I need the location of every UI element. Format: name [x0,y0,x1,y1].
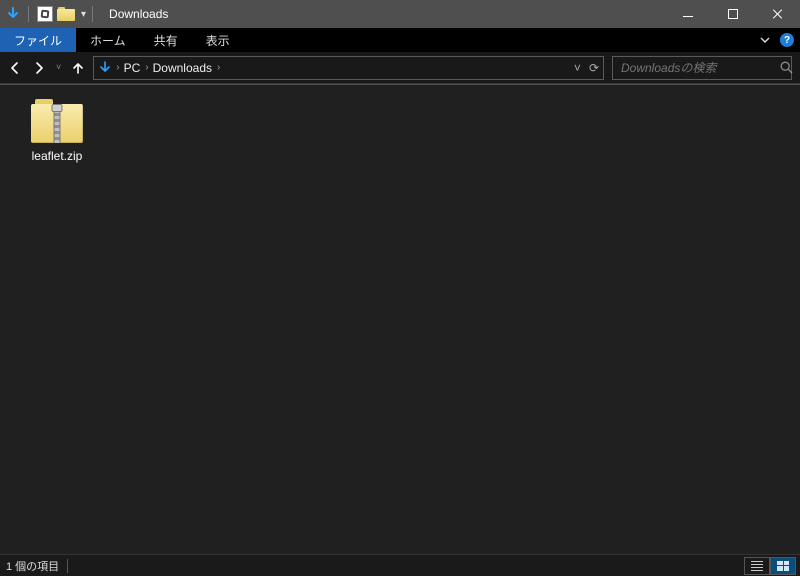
zip-archive-icon [31,99,83,143]
crumb-pc[interactable]: PC › [124,61,149,75]
crumb-pc-label: PC [124,61,141,75]
recent-locations-icon[interactable]: ˅ [56,63,61,72]
close-button[interactable] [755,0,800,28]
tab-home-label: ホーム [90,32,126,49]
status-count: 1 個の項目 [6,558,59,574]
large-icons-view-icon [777,561,789,571]
crumb-sep-root-icon[interactable]: › [116,62,119,73]
address-bar[interactable]: › PC › Downloads › ˅ ⟳ [93,56,604,80]
chevron-right-icon: › [217,62,220,73]
titlebar: ▾ Downloads [0,0,800,28]
ribbon-tabs: ファイル ホーム 共有 表示 ? [0,28,800,52]
folder-icon[interactable] [57,7,75,21]
ribbon-collapse-icon[interactable] [760,35,770,45]
details-view-button[interactable] [744,557,770,575]
maximize-button[interactable] [710,0,755,28]
window-controls [665,0,800,28]
file-list[interactable]: leaflet.zip [0,85,800,554]
address-dropdown-icon[interactable]: ˅ [574,61,581,75]
minimize-button[interactable] [665,0,710,28]
qat-separator [28,6,29,22]
crumb-downloads[interactable]: Downloads › [153,61,221,75]
view-switch [744,555,796,576]
nav-arrows: ˅ [8,61,85,75]
minimize-icon [683,16,693,17]
search-box[interactable] [612,56,792,80]
refresh-icon[interactable]: ⟳ [589,61,599,75]
download-arrow-icon[interactable] [6,7,20,21]
file-item[interactable]: leaflet.zip [18,99,96,163]
details-view-icon [751,561,763,571]
qat-overflow-icon[interactable]: ▾ [79,9,88,20]
tab-home[interactable]: ホーム [76,28,140,52]
forward-button[interactable] [32,61,46,75]
tab-file-label: ファイル [14,32,62,49]
search-icon[interactable] [780,61,793,74]
tab-share[interactable]: 共有 [140,28,192,52]
properties-icon[interactable] [37,6,53,22]
ribbon-right-controls: ? [760,28,794,52]
chevron-right-icon: › [145,62,148,73]
maximize-icon [728,9,738,19]
search-input[interactable] [619,60,780,76]
tab-view-label: 表示 [206,32,230,49]
help-icon[interactable]: ? [780,33,794,47]
window-title: Downloads [109,7,168,21]
tab-file[interactable]: ファイル [0,28,76,52]
back-button[interactable] [8,61,22,75]
title-separator [92,6,93,22]
tab-share-label: 共有 [154,32,178,49]
close-icon [772,8,784,20]
address-folder-icon [98,61,112,75]
status-bar: 1 個の項目 [0,554,800,576]
navigation-bar: ˅ › PC › Downloads › ˅ ⟳ [0,52,800,84]
status-separator [67,559,68,573]
crumb-downloads-label: Downloads [153,61,212,75]
up-button[interactable] [71,61,85,75]
large-icons-view-button[interactable] [770,557,796,575]
quick-access-toolbar: ▾ [6,6,88,22]
address-right-controls: ˅ ⟳ [574,61,599,75]
file-name-label: leaflet.zip [32,149,83,163]
tab-view[interactable]: 表示 [192,28,244,52]
